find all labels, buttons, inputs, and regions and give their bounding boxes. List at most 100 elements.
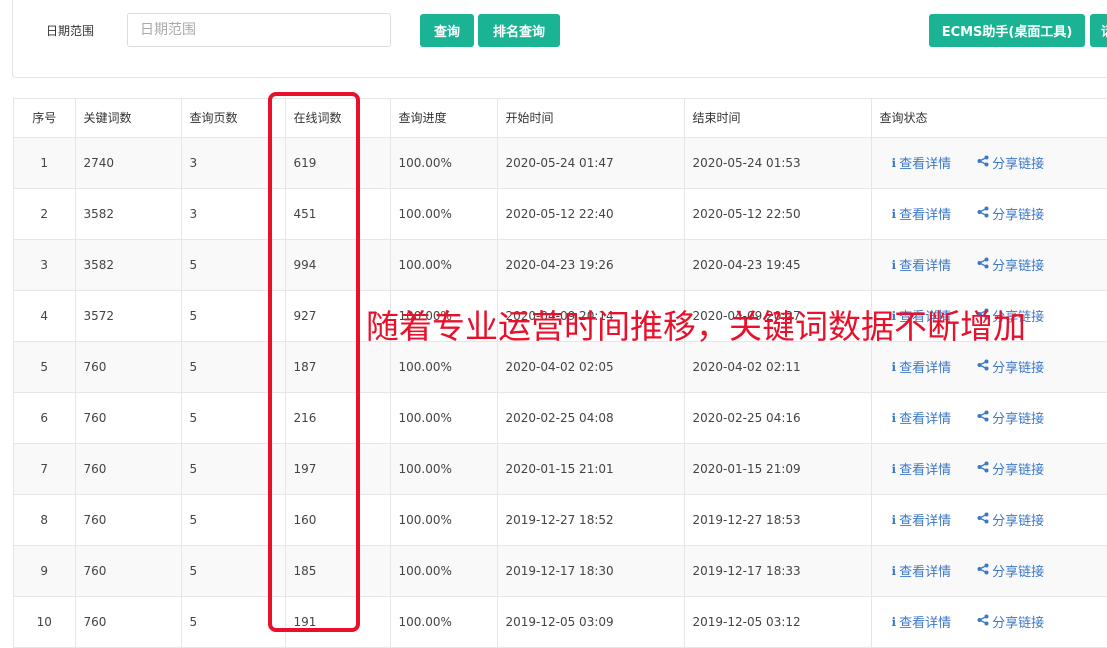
view-details-label: 查看详情	[899, 259, 952, 275]
info-icon: ℹ	[891, 308, 897, 323]
view-details-link[interactable]: ℹ 查看详情	[891, 612, 952, 632]
cell-online: 927	[285, 290, 391, 342]
view-details-link[interactable]: ℹ 查看详情	[891, 561, 952, 581]
table-row: 4 3572 5 927 100.00% 2020-04-09 20:14 2020-04-…	[14, 290, 1107, 342]
cell-online: 197	[285, 443, 391, 495]
cell-online: 994	[285, 239, 391, 291]
share-link-label: 分享链接	[992, 360, 1045, 376]
cell-status: ℹ 查看详情 分享链接	[871, 443, 1107, 495]
cell-status: ℹ 查看详情 分享链接	[871, 290, 1107, 342]
date-range-input[interactable]	[127, 13, 391, 47]
rank-query-button[interactable]: 排名查询	[478, 14, 560, 47]
share-icon	[977, 308, 989, 323]
cell-online: 185	[285, 545, 391, 597]
cell-end: 2020-02-25 04:16	[684, 392, 872, 444]
cell-end: 2020-04-09 20:27	[684, 290, 872, 342]
cell-end: 2020-01-15 21:09	[684, 443, 872, 495]
cell-status: ℹ 查看详情 分享链接	[871, 494, 1107, 546]
cell-online: 216	[285, 392, 391, 444]
share-link[interactable]: 分享链接	[977, 561, 1044, 580]
share-icon	[977, 206, 989, 221]
view-details-link[interactable]: ℹ 查看详情	[892, 510, 952, 530]
view-details-link[interactable]: ℹ 查看详情	[891, 408, 952, 428]
table-row: 10 760 5 191 100.00% 2019-12-05 03:09 2019-12-…	[14, 596, 1107, 648]
table-row: 2 3582 3 451 100.00% 2020-05-12 22:40 2020-05-…	[14, 188, 1107, 240]
table-row: 8 760 5 160 100.00% 2019-12-27 18:52 2019-12-2…	[14, 494, 1107, 546]
share-link[interactable]: 分享链接	[977, 255, 1044, 274]
view-details-link[interactable]: ℹ 查看详情	[892, 204, 952, 224]
view-details-label: 查看详情	[899, 361, 952, 377]
filter-toolbar: 日期范围 查询 排名查询 ECMS助手(桌面工具) 话	[12, 0, 1107, 78]
share-link[interactable]: 分享链接	[977, 153, 1044, 172]
cell-progress: 100.00%	[390, 545, 498, 597]
cell-keywords: 760	[75, 494, 182, 546]
share-link[interactable]: 分享链接	[977, 612, 1044, 631]
view-details-label: 查看详情	[899, 514, 952, 530]
share-icon	[977, 359, 989, 374]
info-icon: ℹ	[891, 410, 897, 425]
share-link-label: 分享链接	[992, 207, 1045, 223]
cell-keywords: 3572	[75, 290, 182, 342]
view-details-link[interactable]: ℹ 查看详情	[892, 357, 952, 377]
view-details-link[interactable]: ℹ 查看详情	[891, 306, 952, 326]
ecms-helper-button[interactable]: ECMS助手(桌面工具)	[929, 14, 1085, 47]
cell-idx: 2	[14, 188, 76, 240]
cell-start: 2019-12-05 03:09	[497, 596, 685, 648]
table-row: 5 760 5 187 100.00% 2020-04-02 02:05 2020-04-0…	[14, 341, 1107, 393]
header-progress: 查询进度	[390, 99, 498, 138]
header-keywords: 关键词数	[75, 99, 182, 138]
cell-pages: 5	[181, 239, 286, 291]
view-details-link[interactable]: ℹ 查看详情	[892, 153, 952, 173]
share-link[interactable]: 分享链接	[977, 357, 1044, 376]
cell-progress: 100.00%	[390, 239, 498, 291]
view-details-label: 查看详情	[899, 463, 952, 479]
share-icon	[977, 461, 989, 476]
cell-keywords: 2740	[75, 137, 182, 189]
cell-progress: 100.00%	[390, 188, 498, 240]
share-link-label: 分享链接	[992, 513, 1045, 529]
cell-status: ℹ 查看详情 分享链接	[871, 596, 1107, 648]
truncated-button[interactable]: 话	[1090, 14, 1107, 47]
info-icon: ℹ	[891, 614, 897, 629]
share-link-label: 分享链接	[992, 411, 1045, 427]
cell-status: ℹ 查看详情 分享链接	[871, 137, 1107, 189]
share-link[interactable]: 分享链接	[977, 306, 1044, 325]
cell-end: 2019-12-27 18:53	[684, 494, 872, 546]
share-icon	[977, 410, 989, 425]
cell-start: 2020-04-09 20:14	[497, 290, 685, 342]
table-row: 1 2740 3 619 100.00% 2020-05-24 01:47 2020-05-…	[14, 137, 1107, 189]
cell-progress: 100.00%	[390, 392, 498, 444]
cell-idx: 10	[14, 596, 76, 648]
view-details-label: 查看详情	[899, 616, 952, 632]
header-status: 查询状态	[871, 99, 1107, 138]
cell-start: 2019-12-17 18:30	[497, 545, 685, 597]
query-button[interactable]: 查询	[420, 14, 474, 47]
share-link[interactable]: 分享链接	[977, 510, 1044, 529]
info-icon: ℹ	[891, 257, 897, 272]
view-details-link[interactable]: ℹ 查看详情	[891, 255, 952, 275]
cell-pages: 5	[181, 392, 286, 444]
share-link-label: 分享链接	[992, 462, 1045, 478]
results-table-wrapper: 序号 关键词数 查询页数 在线词数 查询进度 开始时间 结束时间 查询状态 12…	[13, 98, 1107, 648]
cell-end: 2020-04-23 19:45	[684, 239, 872, 291]
cell-progress: 100.00%	[390, 341, 498, 393]
share-link-label: 分享链接	[992, 258, 1045, 274]
info-icon: ℹ	[891, 461, 897, 476]
cell-idx: 9	[14, 545, 76, 597]
cell-online: 187	[285, 341, 391, 393]
header-index: 序号	[14, 99, 76, 138]
cell-status: ℹ 查看详情 分享链接	[871, 239, 1107, 291]
cell-pages: 5	[181, 290, 286, 342]
header-end-time: 结束时间	[684, 99, 872, 138]
share-icon	[977, 512, 989, 527]
info-icon: ℹ	[891, 563, 897, 578]
share-link[interactable]: 分享链接	[977, 204, 1044, 223]
share-link[interactable]: 分享链接	[977, 459, 1044, 478]
share-icon	[977, 155, 989, 170]
table-body: 1 2740 3 619 100.00% 2020-05-24 01:47 2020-05-…	[14, 137, 1107, 648]
view-details-link[interactable]: ℹ 查看详情	[891, 459, 952, 479]
cell-keywords: 760	[75, 392, 182, 444]
share-link[interactable]: 分享链接	[977, 408, 1044, 427]
cell-end: 2020-05-12 22:50	[684, 188, 872, 240]
cell-status: ℹ 查看详情 分享链接	[871, 392, 1107, 444]
